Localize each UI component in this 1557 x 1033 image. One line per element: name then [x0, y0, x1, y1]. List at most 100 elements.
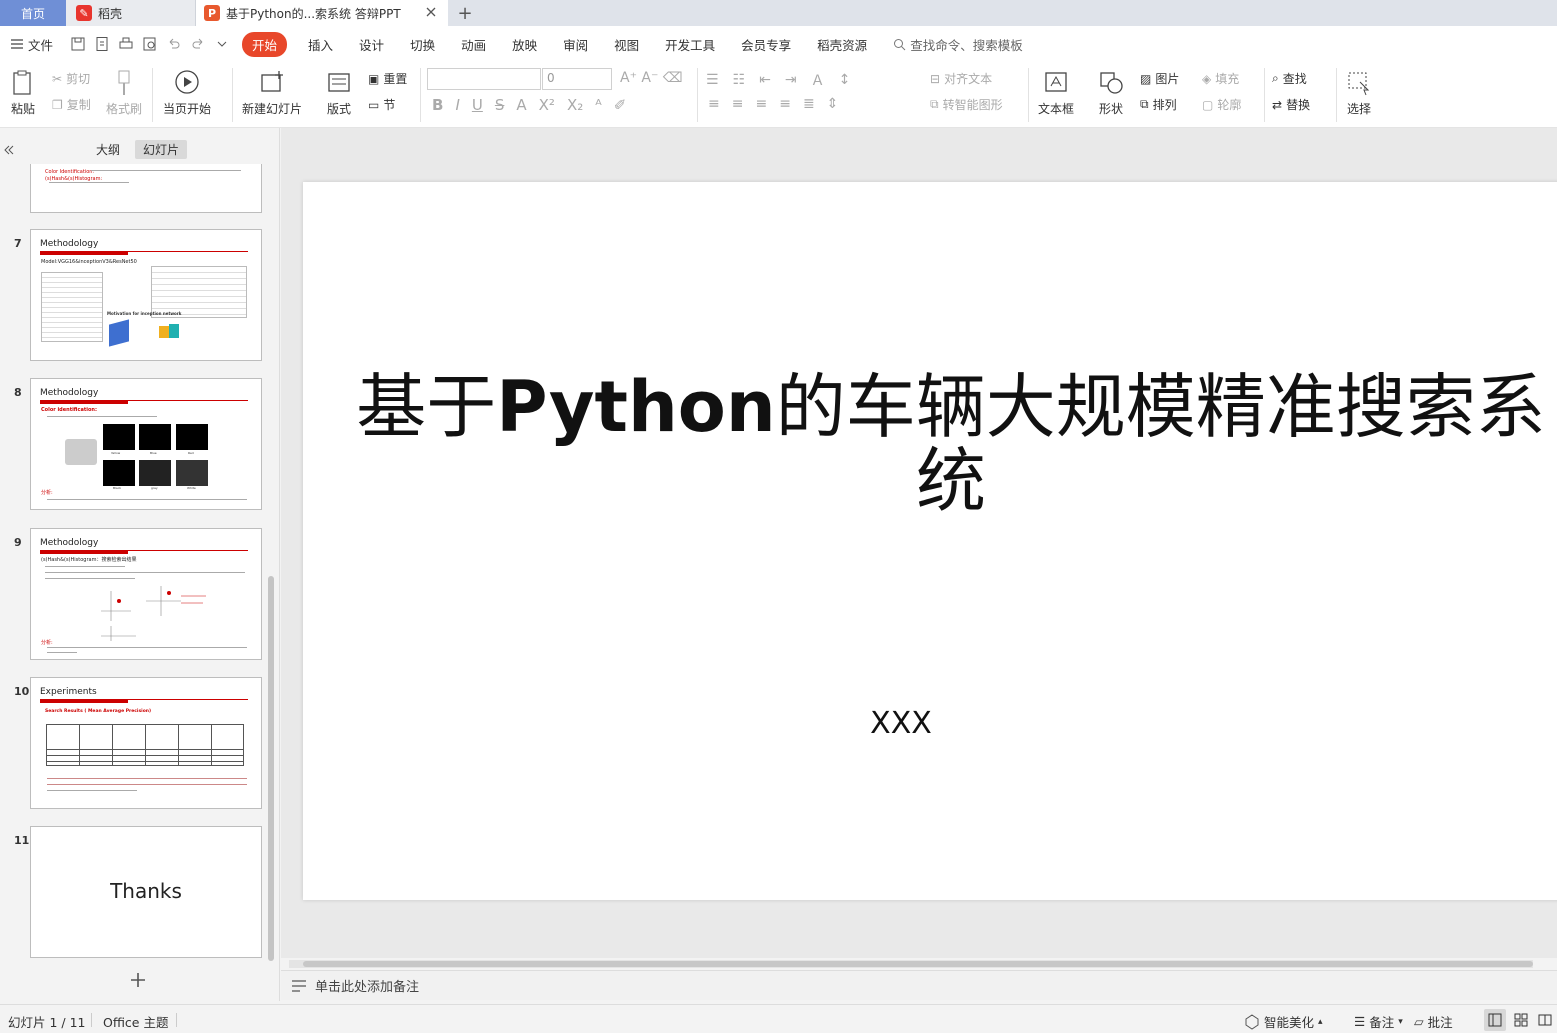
- font-color-icon[interactable]: A: [516, 96, 526, 114]
- chevron-down-icon[interactable]: [214, 36, 230, 52]
- superscript-icon[interactable]: X²: [539, 96, 555, 114]
- outline-button[interactable]: ▢ 轮廓: [1202, 96, 1241, 113]
- align-right-icon[interactable]: ≡: [755, 96, 767, 112]
- scrollbar-thumb[interactable]: [303, 961, 1533, 967]
- slide8-car-image: [176, 460, 208, 486]
- fill-button[interactable]: ◈ 填充: [1202, 70, 1239, 87]
- file-menu[interactable]: 文件: [10, 35, 53, 54]
- menu-item-review[interactable]: 审阅: [563, 35, 588, 54]
- select-label: 选择: [1346, 102, 1371, 116]
- add-slide-icon[interactable]: [128, 970, 148, 990]
- font-size-up-button[interactable]: A⁺ A⁻ ⌫: [620, 70, 683, 86]
- menu-item-developer[interactable]: 开发工具: [665, 35, 715, 54]
- slide-subtitle[interactable]: XXX: [303, 706, 1499, 741]
- panel-scrollbar[interactable]: [268, 576, 274, 961]
- picture-button[interactable]: ▨ 图片: [1140, 70, 1179, 87]
- subscript-icon[interactable]: X₂: [567, 96, 583, 114]
- save-icon[interactable]: [70, 36, 86, 52]
- arrange-button[interactable]: ⧉ 排列: [1140, 96, 1177, 113]
- slide-thumbnail-7[interactable]: Methodology Model:VGG16&inceptionV3&ResN…: [30, 229, 262, 361]
- print-preview-icon[interactable]: [142, 36, 158, 52]
- bold-icon[interactable]: B: [432, 96, 443, 114]
- redo-icon[interactable]: [190, 36, 206, 52]
- collapse-panel-icon[interactable]: [3, 144, 15, 156]
- horizontal-scrollbar[interactable]: [289, 960, 1533, 968]
- phonetic-icon[interactable]: ᴬ: [595, 96, 601, 114]
- indent-increase-icon[interactable]: ⇥: [785, 72, 797, 88]
- comments-button[interactable]: ▱ 批注: [1414, 1012, 1453, 1031]
- menu-item-animation[interactable]: 动画: [461, 35, 486, 54]
- font-name-select[interactable]: [427, 68, 541, 90]
- section-button[interactable]: ▭ 节: [368, 96, 395, 113]
- menu-item-transitions[interactable]: 切换: [410, 35, 435, 54]
- line-spacing-icon[interactable]: ↕: [839, 72, 851, 88]
- indent-decrease-icon[interactable]: ⇤: [759, 72, 771, 88]
- tab-home[interactable]: 首页: [0, 0, 66, 26]
- textbox-label: 文本框: [1038, 102, 1075, 116]
- align-center-icon[interactable]: ≡: [732, 96, 744, 112]
- textbox-button[interactable]: 文本框: [1038, 68, 1074, 117]
- slide-thumbnail-8[interactable]: Methodology Color identification: Yellow…: [30, 378, 262, 510]
- menu-item-design[interactable]: 设计: [359, 35, 384, 54]
- font-style-buttons[interactable]: B I U S A X² X₂ ᴬ ✐: [432, 96, 626, 114]
- reading-view-icon[interactable]: [1538, 1013, 1552, 1027]
- theme-name[interactable]: Office 主题: [103, 1012, 168, 1031]
- menu-item-insert[interactable]: 插入: [308, 35, 333, 54]
- slide-sorter-icon[interactable]: [1514, 1013, 1528, 1027]
- tab-docer[interactable]: ✎ 稻壳: [66, 0, 196, 26]
- format-painter-button[interactable]: 格式刷: [106, 68, 142, 117]
- underline-icon[interactable]: U: [472, 96, 483, 114]
- strikethrough-icon[interactable]: S: [495, 96, 505, 114]
- play-from-current-button[interactable]: 当页开始: [163, 68, 211, 117]
- find-button[interactable]: ⌕ 查找: [1272, 70, 1307, 87]
- italic-icon[interactable]: I: [455, 96, 459, 114]
- notes-pane[interactable]: 单击此处添加备注: [281, 970, 1557, 1000]
- slide8-text: [47, 499, 247, 500]
- select-button[interactable]: 选择: [1344, 68, 1374, 117]
- smart-beautify-button[interactable]: 智能美化 ▴: [1244, 1012, 1323, 1031]
- slide-title[interactable]: 基于Python的车辆大规模精准搜索系统: [343, 370, 1557, 518]
- replace-button[interactable]: ⇄ 替换: [1272, 96, 1310, 113]
- justify-icon[interactable]: ≡: [779, 96, 791, 112]
- new-slide-button[interactable]: 新建幻灯片: [242, 68, 302, 117]
- current-slide[interactable]: 基于Python的车辆大规模精准搜索系统 XXX: [303, 182, 1557, 900]
- normal-view-button[interactable]: [1484, 1009, 1506, 1031]
- menu-item-docer-resources[interactable]: 稻壳资源: [817, 35, 867, 54]
- print-icon[interactable]: [118, 36, 134, 52]
- align-text-button[interactable]: ⊟ 对齐文本: [930, 70, 992, 87]
- close-icon[interactable]: [424, 5, 438, 19]
- paste-button[interactable]: 粘贴: [8, 68, 38, 117]
- command-search[interactable]: 查找命令、搜索模板: [893, 35, 1023, 54]
- menu-item-view[interactable]: 视图: [614, 35, 639, 54]
- slide-thumbnail-6[interactable]: Color Identification: (s)Hash&(s)Histogr…: [30, 164, 262, 213]
- align-left-icon[interactable]: ≡: [708, 96, 720, 112]
- distribute-icon[interactable]: ≣: [803, 96, 815, 112]
- highlight-icon[interactable]: ✐: [614, 96, 627, 114]
- menu-item-start[interactable]: 开始: [242, 31, 288, 57]
- shape-button[interactable]: 形状: [1096, 68, 1126, 117]
- number-list-icon[interactable]: ☷: [733, 72, 746, 88]
- menu-item-slideshow[interactable]: 放映: [512, 35, 537, 54]
- bullet-list-icon[interactable]: ☰: [706, 72, 719, 88]
- reset-button[interactable]: ▣ 重置: [368, 70, 407, 87]
- list-buttons[interactable]: ☰ ☷ ⇤ ⇥ Ａ ↕: [706, 70, 850, 90]
- layout-button[interactable]: 版式: [324, 68, 354, 117]
- cut-button[interactable]: ✂ 剪切: [52, 70, 90, 87]
- new-tab-button[interactable]: +: [448, 0, 482, 26]
- smart-art-button[interactable]: ⧉ 转智能图形: [930, 96, 1003, 113]
- export-pdf-icon[interactable]: [94, 36, 110, 52]
- notes-toggle-button[interactable]: ☰ 备注 ▾: [1354, 1012, 1403, 1031]
- column-icon[interactable]: ⇕: [827, 96, 839, 112]
- tab-outline[interactable]: 大纲: [88, 140, 128, 159]
- undo-icon[interactable]: [166, 36, 182, 52]
- slide-thumbnail-10[interactable]: Experiments Search Results ( Mean Averag…: [30, 677, 262, 809]
- slide-thumbnail-11[interactable]: Thanks: [30, 826, 262, 958]
- slide-thumbnail-9[interactable]: Methodology (s)Hash&(s)Histogram：搜索检索出结果…: [30, 528, 262, 660]
- paragraph-align-buttons[interactable]: ≡ ≡ ≡ ≡ ≣ ⇕: [708, 96, 838, 112]
- tab-document[interactable]: P 基于Python的...索系统 答辩PPT: [196, 0, 448, 26]
- copy-button[interactable]: ❐ 复制: [52, 96, 91, 113]
- menu-item-member[interactable]: 会员专享: [741, 35, 791, 54]
- text-direction-icon[interactable]: Ａ: [811, 70, 825, 90]
- tab-slides[interactable]: 幻灯片: [135, 140, 188, 159]
- font-size-select[interactable]: 0: [542, 68, 612, 90]
